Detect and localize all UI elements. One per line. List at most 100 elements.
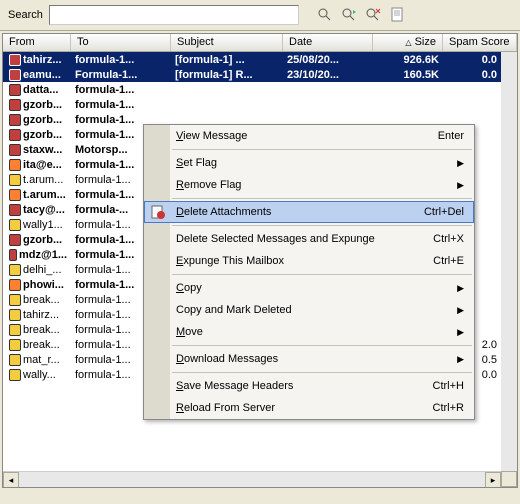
context-menu: View MessageEnter Set Flag ▶ Remove Flag ▶ De… bbox=[143, 124, 475, 420]
submenu-arrow-icon: ▶ bbox=[457, 158, 464, 169]
cell-from: mat_r... bbox=[23, 354, 60, 366]
delete-attach-icon bbox=[150, 204, 166, 220]
menu-item-label: Delete Selected Messages and Expunge bbox=[176, 233, 375, 245]
menu-item-label: Set Flag bbox=[176, 157, 217, 169]
menu-item-label: Reload From Server bbox=[176, 402, 275, 414]
col-spamscore[interactable]: Spam Score bbox=[443, 34, 517, 51]
mail-icon bbox=[9, 114, 21, 126]
menu-item-shortcut: Ctrl+X bbox=[433, 233, 464, 245]
cell-from: mdz@1... bbox=[19, 249, 67, 261]
cell-from: t.arum... bbox=[23, 174, 63, 186]
menu-item-view-message[interactable]: View MessageEnter bbox=[144, 125, 474, 147]
col-size[interactable]: △ Size bbox=[373, 34, 443, 51]
cell-from: break... bbox=[23, 324, 60, 336]
menu-item-shortcut: Ctrl+H bbox=[433, 380, 464, 392]
menu-item-shortcut: Ctrl+E bbox=[433, 255, 464, 267]
mail-icon bbox=[9, 309, 21, 321]
col-to[interactable]: To bbox=[71, 34, 171, 51]
mail-table: From To Subject Date △ Size Spam Score t… bbox=[2, 33, 518, 488]
cell-from: phowi... bbox=[23, 279, 64, 291]
mail-icon bbox=[9, 249, 17, 261]
col-from[interactable]: From bbox=[3, 34, 71, 51]
menu-item-set-flag[interactable]: Set Flag ▶ bbox=[144, 152, 474, 174]
cell-from: staxw... bbox=[23, 144, 62, 156]
horizontal-scrollbar[interactable]: ◂ ▸ bbox=[3, 471, 501, 487]
mail-icon bbox=[9, 99, 21, 111]
search-toolbar: Search bbox=[0, 0, 520, 31]
search-icon[interactable] bbox=[315, 5, 335, 25]
mail-icon bbox=[9, 294, 21, 306]
menu-separator bbox=[172, 345, 472, 346]
vertical-scrollbar[interactable] bbox=[501, 52, 517, 471]
search-clear-icon[interactable] bbox=[363, 5, 383, 25]
cell-from: break... bbox=[23, 294, 60, 306]
table-row[interactable]: tahirz... formula-1...[formula-1] ...25/0… bbox=[3, 52, 517, 67]
cell-size: 926.6K bbox=[373, 54, 443, 66]
col-date[interactable]: Date bbox=[283, 34, 373, 51]
menu-item-reload-from-server[interactable]: Reload From Server Ctrl+R bbox=[144, 397, 474, 419]
menu-separator bbox=[172, 372, 472, 373]
menu-item-move[interactable]: Move▶ bbox=[144, 321, 474, 343]
table-row[interactable]: datta...formula-1... bbox=[3, 82, 517, 97]
menu-item-expunge-this-mailbox[interactable]: Expunge This Mailbox Ctrl+E bbox=[144, 250, 474, 272]
cell-from: gzorb... bbox=[23, 114, 62, 126]
menu-item-label: Expunge This Mailbox bbox=[176, 255, 284, 267]
cell-to: formula-1... bbox=[71, 84, 171, 96]
cell-subject: [formula-1] ... bbox=[171, 54, 283, 66]
cell-from: t.arum... bbox=[23, 189, 66, 201]
cell-from: ita@e... bbox=[23, 159, 62, 171]
document-icon[interactable] bbox=[387, 5, 407, 25]
search-input[interactable] bbox=[49, 5, 299, 25]
table-row[interactable]: gzorb...formula-1... bbox=[3, 97, 517, 112]
cell-subject: [formula-1] R... bbox=[171, 69, 283, 81]
mail-icon bbox=[9, 369, 21, 381]
scroll-left-button[interactable]: ◂ bbox=[3, 472, 19, 488]
table-header: From To Subject Date △ Size Spam Score bbox=[3, 34, 517, 52]
submenu-arrow-icon: ▶ bbox=[457, 283, 464, 294]
mail-icon bbox=[9, 219, 21, 231]
cell-to: formula-1... bbox=[71, 54, 171, 66]
mail-icon bbox=[9, 129, 21, 141]
mail-icon bbox=[9, 354, 21, 366]
mail-icon bbox=[9, 339, 21, 351]
menu-item-label: Save Message Headers bbox=[176, 380, 293, 392]
menu-separator bbox=[172, 274, 472, 275]
menu-item-delete-attachments[interactable]: Delete AttachmentsCtrl+Del bbox=[144, 201, 474, 223]
menu-item-label: Move bbox=[176, 326, 203, 338]
menu-item-label: Download Messages bbox=[176, 353, 278, 365]
mail-icon bbox=[9, 174, 21, 186]
mail-icon bbox=[9, 84, 21, 96]
cell-from: tahirz... bbox=[23, 54, 62, 66]
mail-icon bbox=[9, 204, 21, 216]
cell-size: 160.5K bbox=[373, 69, 443, 81]
menu-item-remove-flag[interactable]: Remove Flag ▶ bbox=[144, 174, 474, 196]
mail-icon bbox=[9, 189, 21, 201]
search-next-icon[interactable] bbox=[339, 5, 359, 25]
menu-item-delete-selected-messages-and-expunge[interactable]: Delete Selected Messages and Expunge Ctrl… bbox=[144, 228, 474, 250]
menu-separator bbox=[172, 225, 472, 226]
cell-date: 25/08/20... bbox=[283, 54, 373, 66]
cell-from: gzorb... bbox=[23, 99, 62, 111]
submenu-arrow-icon: ▶ bbox=[457, 180, 464, 191]
menu-item-save-message-headers[interactable]: Save Message Headers Ctrl+H bbox=[144, 375, 474, 397]
menu-item-shortcut: Enter bbox=[438, 130, 464, 142]
submenu-arrow-icon: ▶ bbox=[457, 305, 464, 316]
menu-item-label: Delete Attachments bbox=[176, 206, 271, 218]
menu-item-copy-and-mark-deleted[interactable]: Copy and Mark Deleted▶ bbox=[144, 299, 474, 321]
cell-from: wally1... bbox=[23, 219, 63, 231]
menu-item-shortcut: Ctrl+R bbox=[433, 402, 464, 414]
scroll-right-button[interactable]: ▸ bbox=[485, 472, 501, 488]
cell-from: tacy@... bbox=[23, 204, 65, 216]
menu-item-download-messages[interactable]: Download Messages▶ bbox=[144, 348, 474, 370]
table-row[interactable]: eamu...Formula-1...[formula-1] R...23/10… bbox=[3, 67, 517, 82]
search-label: Search bbox=[8, 9, 43, 21]
cell-from: wally... bbox=[23, 369, 56, 381]
menu-item-label: Remove Flag bbox=[176, 179, 241, 191]
mail-icon bbox=[9, 234, 21, 246]
col-subject[interactable]: Subject bbox=[171, 34, 283, 51]
mail-icon bbox=[9, 144, 21, 156]
cell-from: delhi_... bbox=[23, 264, 62, 276]
cell-from: tahirz... bbox=[23, 309, 59, 321]
menu-separator bbox=[172, 198, 472, 199]
menu-item-copy[interactable]: Copy▶ bbox=[144, 277, 474, 299]
